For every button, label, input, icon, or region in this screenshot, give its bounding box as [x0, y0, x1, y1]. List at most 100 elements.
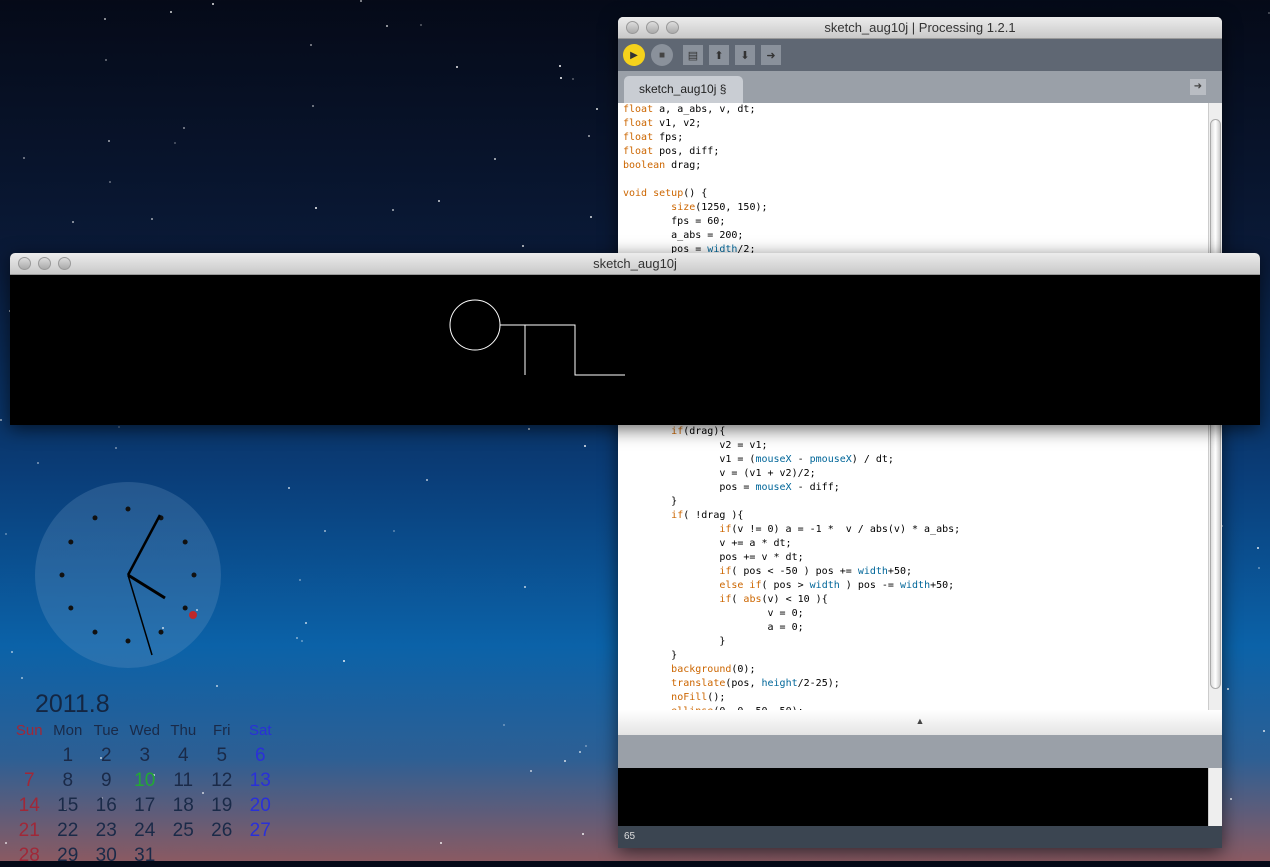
- calendar-week: 7 8 9 10 11 12 13: [10, 770, 280, 792]
- clock-tick: [92, 515, 98, 521]
- code-token: if: [719, 566, 732, 577]
- calendar-day: 4: [177, 745, 189, 766]
- code-token: v2 = v1;: [623, 440, 768, 451]
- run-button[interactable]: ▶: [623, 44, 645, 66]
- code-line: else if( pos > width ) pos -= width+50;: [623, 579, 960, 593]
- title-bar[interactable]: sketch_aug10j | Processing 1.2.1: [618, 17, 1222, 39]
- code-token: background: [671, 664, 732, 675]
- calendar-day: 9: [100, 770, 112, 791]
- code-token: setup: [653, 188, 684, 199]
- zoom-button[interactable]: [666, 21, 679, 34]
- code-token: (1250, 150);: [695, 202, 768, 213]
- minimize-button[interactable]: [646, 21, 659, 34]
- code-line: v2 = v1;: [623, 439, 960, 453]
- code-token: (0);: [731, 664, 756, 675]
- calendar-week: 14 15 16 17 18 19 20: [10, 795, 280, 817]
- code-token: noFill: [671, 692, 708, 703]
- code-token: width: [809, 580, 840, 591]
- code-token: +50;: [887, 566, 913, 577]
- code-line: background(0);: [623, 663, 960, 677]
- code-line: v += a * dt;: [623, 537, 960, 551]
- code-line: }: [623, 495, 960, 509]
- code-token: ) / dt;: [851, 454, 894, 465]
- calendar-day: 30: [95, 845, 117, 866]
- clock-tick: [59, 572, 65, 578]
- code-line: if(drag){: [623, 425, 960, 439]
- code-token: v1 = (: [623, 454, 756, 465]
- code-token: a, a_abs, v, dt;: [653, 104, 756, 115]
- sketch-circle: [449, 299, 501, 351]
- code-token: else if: [719, 580, 762, 591]
- code-token: v = (v1 + v2)/2;: [623, 468, 816, 479]
- code-line: if( !drag ){: [623, 509, 960, 523]
- tab-sketch[interactable]: sketch_aug10j §: [624, 76, 743, 103]
- code-line: v = 0;: [623, 607, 960, 621]
- calendar-week: 21 22 23 24 25 26 27: [10, 820, 280, 842]
- code-token: a_abs = 200;: [623, 230, 744, 241]
- calendar-day: 21: [18, 820, 40, 841]
- code-token: (drag){: [683, 426, 726, 437]
- code-token: }: [623, 650, 678, 661]
- clock-tick: [191, 572, 197, 578]
- export-icon: ➜: [766, 49, 776, 62]
- processing-window: sketch_aug10j | Processing 1.2.1 ▶ ■ ▤ ⬆…: [618, 17, 1222, 848]
- code-token: /2-25);: [797, 678, 840, 689]
- clock-tick: [158, 629, 164, 635]
- minimize-button[interactable]: [38, 257, 51, 270]
- calendar-day: 25: [172, 820, 194, 841]
- console-scrollbar[interactable]: [1208, 768, 1222, 826]
- clock-tick: [92, 629, 98, 635]
- code-token: (v != 0) a = -1 * v / abs(v) * a_abs;: [731, 524, 961, 535]
- clock-tick: [125, 506, 131, 512]
- code-token: ();: [707, 692, 726, 703]
- code-line: }: [623, 635, 960, 649]
- calendar-day: [164, 845, 203, 867]
- code-token: pos =: [623, 482, 756, 493]
- code-token: a = 0;: [623, 622, 804, 633]
- code-token: }: [623, 636, 726, 647]
- code-token: ( !drag ){: [683, 510, 744, 521]
- line-number: 65: [618, 826, 1222, 848]
- play-icon: ▶: [630, 49, 638, 61]
- code-token: void: [623, 188, 648, 199]
- save-button[interactable]: ⬇: [735, 45, 755, 65]
- weekday-label: Sat: [248, 722, 272, 739]
- calendar-day: 6: [254, 745, 266, 766]
- weekday-label: Wed: [129, 722, 161, 739]
- calendar-day: 19: [211, 795, 233, 816]
- close-button[interactable]: [18, 257, 31, 270]
- code-token: width: [857, 566, 888, 577]
- code-token: height: [761, 678, 798, 689]
- title-bar[interactable]: sketch_aug10j: [10, 253, 1260, 275]
- code-line: a_abs = 200;: [623, 229, 768, 243]
- tab-menu-arrow-icon[interactable]: ➜: [1190, 79, 1206, 95]
- split-divider[interactable]: ▲: [618, 710, 1222, 735]
- code-line: float a, a_abs, v, dt;: [623, 103, 768, 117]
- close-button[interactable]: [626, 21, 639, 34]
- calendar-day: [241, 845, 280, 867]
- zoom-button[interactable]: [58, 257, 71, 270]
- code-token: translate: [671, 678, 726, 689]
- message-area: [618, 735, 1222, 768]
- code-line: size(1250, 150);: [623, 201, 768, 215]
- code-token: boolean: [623, 160, 666, 171]
- new-button[interactable]: ▤: [683, 45, 703, 65]
- code-token: () {: [683, 188, 708, 199]
- export-button[interactable]: ➜: [761, 45, 781, 65]
- open-button[interactable]: ⬆: [709, 45, 729, 65]
- code-line: float fps;: [623, 131, 768, 145]
- weekday-label: Mon: [53, 722, 83, 739]
- sketch-canvas[interactable]: [10, 275, 1260, 425]
- code-line: void setup() {: [623, 187, 768, 201]
- alarm-dot: [189, 611, 197, 619]
- code-token: float: [623, 146, 654, 157]
- code-token: ( pos < -50 ) pos +=: [731, 566, 858, 577]
- code-token: v += a * dt;: [623, 538, 792, 549]
- code-line: fps = 60;: [623, 215, 768, 229]
- calendar-day: 18: [172, 795, 194, 816]
- stop-button[interactable]: ■: [651, 44, 673, 66]
